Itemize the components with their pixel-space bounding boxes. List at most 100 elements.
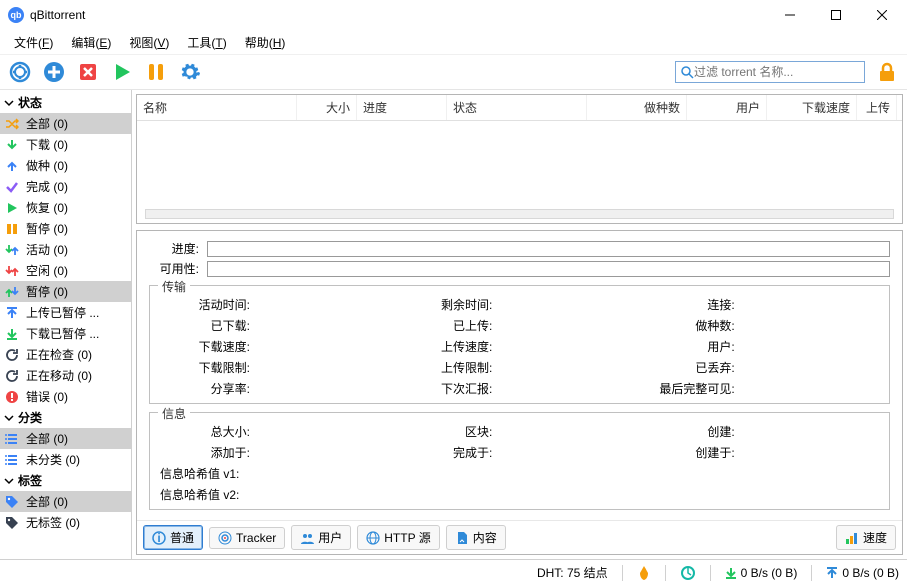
progress-label: 进度: (149, 240, 199, 257)
group-legend: 信息 (158, 405, 190, 422)
menu-file[interactable]: 文件(F) (6, 32, 61, 53)
tab-content[interactable]: 内容 (446, 525, 506, 550)
status-altspeed-icon[interactable] (680, 565, 696, 581)
sidebar-item[interactable]: 暂停 (0) (0, 281, 131, 302)
sidebar-header-label: 分类 (18, 409, 42, 426)
column-header[interactable]: 用户 (687, 95, 767, 120)
add-torrent-button[interactable] (40, 58, 68, 86)
sidebar-item-label: 全部 (0) (26, 115, 68, 132)
sidebar-item-label: 下载已暂停 ... (26, 325, 99, 342)
tag-icon (4, 494, 20, 510)
sidebar-item[interactable]: 错误 (0) (0, 386, 131, 407)
add-link-button[interactable] (6, 58, 34, 86)
sidebar-header-label: 状态 (18, 94, 42, 111)
sidebar-item[interactable]: 正在检查 (0) (0, 344, 131, 365)
list-icon (4, 431, 20, 447)
detail-field: 用户: (645, 338, 879, 355)
info-group: 信息 总大小:区块:创建:添加于:完成于:创建于: 信息哈希值 v1: 信息哈希… (149, 412, 890, 510)
sidebar-item-label: 未分类 (0) (26, 451, 80, 468)
users-icon (300, 531, 314, 545)
sidebar-header-category[interactable]: 分类 (0, 407, 131, 428)
detail-field: 下次汇报: (402, 380, 636, 397)
search-box[interactable] (675, 61, 865, 83)
column-header[interactable]: 做种数 (587, 95, 687, 120)
sidebar-item[interactable]: 空闲 (0) (0, 260, 131, 281)
download-icon (725, 566, 737, 580)
sidebar: 状态 全部 (0)下载 (0)做种 (0)完成 (0)恢复 (0)暂停 (0)活… (0, 90, 132, 559)
settings-button[interactable] (176, 58, 204, 86)
sidebar-header-status[interactable]: 状态 (0, 92, 131, 113)
maximize-button[interactable] (813, 0, 859, 30)
status-download[interactable]: 0 B/s (0 B) (725, 566, 798, 580)
sidebar-item-label: 恢复 (0) (26, 199, 68, 216)
hash-v2-label: 信息哈希值 v2: (160, 486, 879, 503)
sidebar-item-label: 正在移动 (0) (26, 367, 92, 384)
sidebar-item[interactable]: 活动 (0) (0, 239, 131, 260)
list-body[interactable] (137, 121, 902, 223)
download-icon (4, 137, 20, 153)
tab-label: 内容 (473, 529, 497, 546)
detail-field: 连接: (645, 296, 879, 313)
detail-field: 剩余时间: (402, 296, 636, 313)
progress-bar (207, 241, 890, 257)
detail-field: 已上传: (402, 317, 636, 334)
status-upload[interactable]: 0 B/s (0 B) (826, 566, 899, 580)
delete-button[interactable] (74, 58, 102, 86)
info-icon: i (152, 531, 166, 545)
sidebar-item-label: 全部 (0) (26, 493, 68, 510)
sidebar-header-tags[interactable]: 标签 (0, 470, 131, 491)
sidebar-item[interactable]: 无标签 (0) (0, 512, 131, 533)
menu-view[interactable]: 视图(V) (121, 32, 177, 53)
search-input[interactable] (694, 65, 860, 79)
detail-field: 添加于: (160, 444, 394, 461)
menu-tools[interactable]: 工具(T) (179, 32, 234, 53)
pause-button[interactable] (142, 58, 170, 86)
chevron-down-icon (4, 98, 14, 108)
sidebar-item[interactable]: 全部 (0) (0, 491, 131, 512)
column-header[interactable]: 大小 (297, 95, 357, 120)
sidebar-item-label: 完成 (0) (26, 178, 68, 195)
tab-tracker[interactable]: Tracker (209, 527, 285, 549)
sidebar-item[interactable]: 恢复 (0) (0, 197, 131, 218)
tab-http[interactable]: HTTP 源 (357, 525, 439, 550)
column-header[interactable]: 名称 (137, 95, 297, 120)
status-firewall-icon[interactable] (637, 565, 651, 581)
column-header[interactable]: 上传 (857, 95, 897, 120)
shuffle-icon (4, 116, 20, 132)
lock-button[interactable] (877, 62, 897, 82)
tab-speed[interactable]: 速度 (836, 525, 896, 550)
sidebar-item[interactable]: 下载 (0) (0, 134, 131, 155)
sidebar-item[interactable]: 暂停 (0) (0, 218, 131, 239)
column-header[interactable]: 进度 (357, 95, 447, 120)
sidebar-item[interactable]: 下载已暂停 ... (0, 323, 131, 344)
minimize-button[interactable] (767, 0, 813, 30)
list-icon (4, 452, 20, 468)
detail-field: 做种数: (645, 317, 879, 334)
status-dht[interactable]: DHT: 75 结点 (537, 564, 608, 581)
hash-v1-label: 信息哈希值 v1: (160, 465, 879, 482)
sidebar-item[interactable]: 未分类 (0) (0, 449, 131, 470)
sidebar-item[interactable]: 上传已暂停 ... (0, 302, 131, 323)
sidebar-item-label: 错误 (0) (26, 388, 68, 405)
file-icon (455, 531, 469, 545)
column-header[interactable]: 下载速度 (767, 95, 857, 120)
sidebar-item-label: 暂停 (0) (26, 283, 68, 300)
menu-edit[interactable]: 编辑(E) (63, 32, 119, 53)
tab-general[interactable]: i 普通 (143, 525, 203, 550)
sidebar-item[interactable]: 正在移动 (0) (0, 365, 131, 386)
menu-help[interactable]: 帮助(H) (237, 32, 294, 53)
sidebar-item[interactable]: 全部 (0) (0, 428, 131, 449)
sidebar-item[interactable]: 全部 (0) (0, 113, 131, 134)
status-text: 0 B/s (0 B) (741, 566, 798, 580)
close-button[interactable] (859, 0, 905, 30)
chart-icon (845, 531, 859, 545)
resume-button[interactable] (108, 58, 136, 86)
svg-text:i: i (157, 531, 160, 545)
tab-users[interactable]: 用户 (291, 525, 351, 550)
detail-field: 创建: (645, 423, 879, 440)
sidebar-item[interactable]: 做种 (0) (0, 155, 131, 176)
detail-field: 最后完整可见: (645, 380, 879, 397)
sidebar-item[interactable]: 完成 (0) (0, 176, 131, 197)
tab-label: 普通 (170, 529, 194, 546)
column-header[interactable]: 状态 (447, 95, 587, 120)
